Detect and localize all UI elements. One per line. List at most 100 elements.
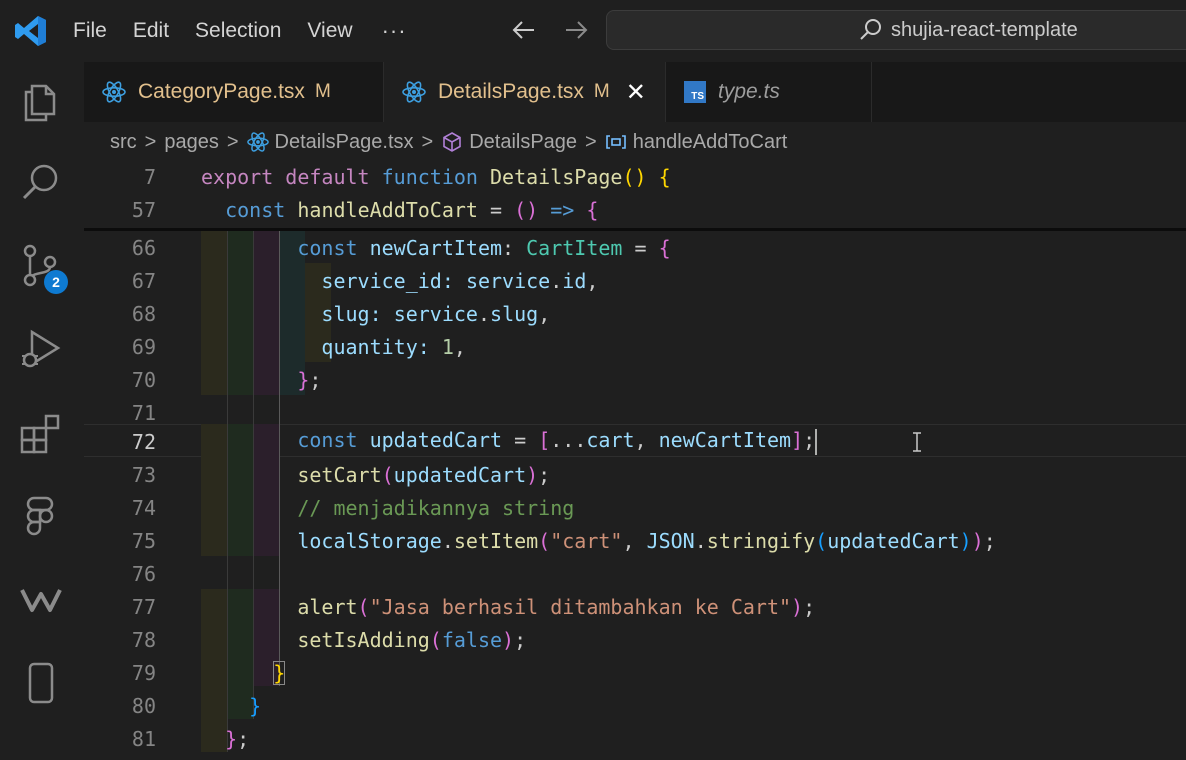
line-number: 67	[131, 268, 156, 293]
tab-label: CategoryPage.tsx	[138, 80, 305, 103]
windsurf-icon[interactable]	[18, 576, 64, 622]
code-text: localStorage.setItem("cart", JSON.string…	[297, 528, 996, 553]
code-text: }	[249, 693, 262, 718]
line-number: 70	[131, 367, 156, 392]
code-text: slug: service.slug,	[321, 301, 551, 326]
line-number: 72	[131, 429, 156, 454]
search-icon	[860, 19, 881, 40]
code-text: alert("Jasa berhasil ditambahkan ke Cart…	[297, 594, 816, 619]
react-icon	[102, 81, 126, 103]
code-line: 79 }	[84, 656, 1186, 689]
typescript-icon: TS	[684, 81, 706, 103]
code-line: 75 localStorage.setItem("cart", JSON.str…	[84, 524, 1186, 557]
code-line: 67 service_id: service.id,	[84, 264, 1186, 297]
line-number: 57	[131, 197, 156, 222]
line-number: 75	[131, 528, 156, 553]
chevron-right-icon: >	[226, 130, 239, 153]
code-text: setCart(updatedCart);	[297, 462, 551, 487]
menu-view[interactable]: View	[294, 0, 365, 62]
code-text: // menjadikannya string	[297, 495, 575, 520]
code-line: 80 }	[84, 689, 1186, 722]
line-number: 76	[131, 561, 156, 586]
line-number: 78	[131, 627, 156, 652]
line-number: 73	[131, 462, 156, 487]
menu-edit[interactable]: Edit	[120, 0, 182, 62]
tab-label: DetailsPage.tsx	[438, 80, 584, 103]
breadcrumb-pages[interactable]: pages	[164, 131, 219, 154]
navigation-arrows	[508, 14, 592, 46]
chevron-right-icon: >	[421, 130, 434, 153]
breadcrumb-component[interactable]: DetailsPage	[441, 131, 577, 154]
search-icon[interactable]	[18, 160, 64, 206]
code-text: }	[273, 660, 286, 685]
title-bar: File Edit Selection View ··· shujia-reac…	[0, 0, 1186, 62]
chevron-right-icon: >	[585, 130, 597, 153]
tab-category-page[interactable]: CategoryPage.tsx M	[84, 62, 384, 122]
code-text: service_id: service.id,	[321, 268, 599, 293]
tab-type-ts[interactable]: TS type.ts	[666, 62, 872, 122]
vscode-logo-icon[interactable]	[14, 14, 48, 48]
breadcrumb: src > pages > DetailsPage.tsx > DetailsP…	[110, 124, 787, 160]
editor-tab-bar: CategoryPage.tsx M DetailsPage.tsx M ✕ T…	[84, 62, 1186, 122]
device-phone-icon[interactable]	[18, 660, 64, 706]
code-line: 73 setCart(updatedCart);	[84, 458, 1186, 491]
close-icon[interactable]: ✕	[626, 78, 646, 107]
menu-more-icon[interactable]: ···	[366, 18, 423, 44]
breadcrumb-component-label: DetailsPage	[469, 130, 578, 153]
line-number: 81	[131, 726, 156, 751]
code-text: setIsAdding(false);	[297, 627, 527, 652]
code-text: quantity: 1,	[321, 334, 466, 359]
breadcrumb-function-label: handleAddToCart	[632, 130, 788, 153]
chevron-right-icon: >	[144, 130, 157, 153]
symbol-class-icon	[443, 132, 462, 152]
modified-indicator: M	[593, 81, 610, 102]
breadcrumb-src[interactable]: src	[110, 131, 137, 154]
code-line: 70 };	[84, 363, 1186, 396]
source-control-badge: 2	[44, 270, 68, 294]
code-text: const updatedCart = [...cart, newCartIte…	[201, 428, 818, 455]
line-number: 79	[131, 660, 156, 685]
figma-icon[interactable]	[18, 494, 64, 540]
extensions-icon[interactable]	[18, 410, 64, 456]
react-icon	[246, 132, 269, 152]
code-text: };	[297, 367, 322, 392]
menu-bar: File Edit Selection View ···	[60, 0, 423, 62]
tab-label: type.ts	[718, 80, 780, 103]
code-line: 66 const newCartItem: CartItem = {	[84, 231, 1186, 264]
text-cursor	[815, 428, 818, 455]
symbol-variable-icon	[605, 135, 626, 149]
line-number: 7	[143, 164, 156, 189]
code-line: 78 setIsAdding(false);	[84, 623, 1186, 656]
explorer-files-icon[interactable]	[18, 78, 64, 124]
breadcrumb-file[interactable]: DetailsPage.tsx	[246, 131, 414, 154]
code-line: 76	[84, 557, 1186, 590]
line-number: 66	[131, 235, 156, 260]
arrow-right-icon[interactable]	[560, 14, 592, 46]
arrow-left-icon[interactable]	[508, 14, 540, 46]
code-text: export default function DetailsPage() {	[201, 164, 671, 189]
code-text: };	[225, 726, 250, 751]
code-line: 81 };	[84, 722, 1186, 755]
code-line: 68 slug: service.slug,	[84, 297, 1186, 330]
command-center-search[interactable]: shujia-react-template	[606, 10, 1186, 50]
tab-details-page[interactable]: DetailsPage.tsx M ✕	[384, 62, 666, 122]
code-editor[interactable]: 7 export default function DetailsPage() …	[84, 160, 1186, 760]
search-text: shujia-react-template	[891, 18, 1078, 41]
code-line: 74 // menjadikannya string	[84, 491, 1186, 524]
text-ibeam-cursor-icon	[913, 432, 921, 452]
code-line-current: 72 const updatedCart = [...cart, newCart…	[84, 425, 1186, 458]
run-debug-icon[interactable]	[18, 326, 64, 372]
line-number: 71	[131, 400, 156, 425]
code-line: 57 const handleAddToCart = () => {	[84, 193, 1186, 226]
modified-indicator: M	[314, 81, 331, 102]
code-text: const handleAddToCart = () => {	[225, 197, 599, 222]
code-text: const newCartItem: CartItem = {	[297, 235, 671, 260]
code-line: 69 quantity: 1,	[84, 330, 1186, 363]
code-line: 7 export default function DetailsPage() …	[84, 160, 1186, 193]
menu-selection[interactable]: Selection	[182, 0, 294, 62]
line-number: 69	[131, 334, 156, 359]
line-number: 80	[131, 693, 156, 718]
code-line: 77 alert("Jasa berhasil ditambahkan ke C…	[84, 590, 1186, 623]
breadcrumb-function[interactable]: handleAddToCart	[605, 130, 788, 154]
menu-file[interactable]: File	[60, 0, 120, 62]
